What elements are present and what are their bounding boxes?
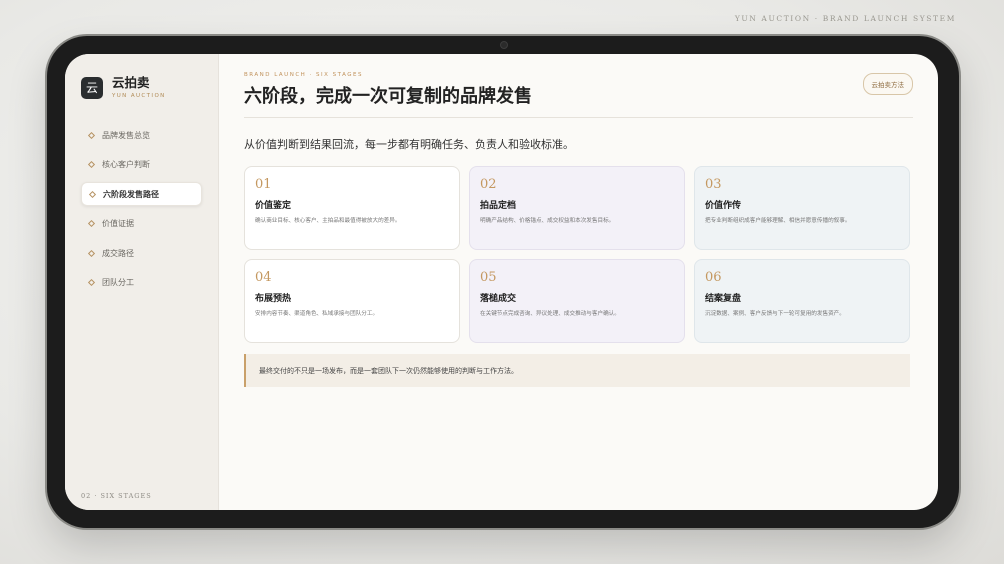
stage-number: 06 [705, 270, 722, 285]
stage-description: 在关键节点完成咨询、异议处理、成交推动与客户确认。 [480, 311, 620, 317]
stage-card[interactable]: 02 拍品定档 明确产品结构、价格锚点、成交权益和本次发售目标。 [469, 166, 685, 250]
tablet-frame: 云 云拍卖 YUN AUCTION 品牌发售总览 核心客户判断 六阶段发售路径 [47, 36, 959, 528]
page-subtitle: 从价值判断到结果回流，每一步都有明确任务、负责人和验收标准。 [244, 138, 574, 151]
stage-title: 价值鉴定 [255, 201, 292, 211]
stage-number: 05 [480, 270, 497, 285]
stage-title: 价值作传 [705, 201, 742, 211]
diamond-icon [87, 160, 96, 169]
sidebar-item-label: 成交路径 [102, 248, 134, 258]
sidebar-item-value-evidence[interactable]: 价值证据 [81, 212, 202, 236]
method-button[interactable]: 云拍卖方法 [862, 73, 913, 95]
brand-name: 云拍卖 [112, 75, 150, 90]
sidebar-item-label: 品牌发售总览 [102, 130, 150, 140]
screen: 云 云拍卖 YUN AUCTION 品牌发售总览 核心客户判断 六阶段发售路径 [65, 54, 938, 510]
stage-card[interactable]: 06 结案复盘 沉淀数据、案例、客户反馈与下一轮可复用的发售资产。 [694, 259, 910, 343]
stage-card[interactable]: 05 落槌成交 在关键节点完成咨询、异议处理、成交推动与客户确认。 [469, 259, 685, 343]
top-caption: YUN AUCTION · BRAND LAUNCH SYSTEM [734, 14, 956, 23]
diamond-icon [87, 278, 96, 287]
page-title: 六阶段，完成一次可复制的品牌发售 [244, 86, 532, 107]
stage-description: 把专业判断组织成客户能够理解、相信并愿意传播的叙事。 [705, 218, 851, 224]
brand-subtitle: YUN AUCTION [112, 93, 166, 99]
stage-number: 04 [255, 270, 272, 285]
sidebar-item-overview[interactable]: 品牌发售总览 [81, 123, 202, 147]
sidebar-item-label: 六阶段发售路径 [103, 189, 159, 199]
stage-title: 布展预热 [255, 294, 292, 304]
stage-description: 确认商业目标、核心客户、主拍品和最值得被放大的差异。 [255, 218, 401, 224]
sidebar-item-six-stages[interactable]: 六阶段发售路径 [81, 182, 202, 206]
page-indicator: 02 · SIX STAGES [81, 492, 152, 500]
stage-number: 02 [480, 177, 497, 192]
sidebar-item-label: 价值证据 [102, 219, 134, 228]
main-content: BRAND LAUNCH · SIX STAGES 六阶段，完成一次可复制的品牌… [219, 54, 938, 510]
stage-grid: 01 价值鉴定 确认商业目标、核心客户、主拍品和最值得被放大的差异。 02 拍品… [244, 166, 913, 343]
stage-description: 沉淀数据、案例、客户反馈与下一轮可复用的发售资产。 [705, 311, 845, 317]
sidebar-item-core-customer[interactable]: 核心客户判断 [81, 153, 202, 177]
diamond-icon [87, 249, 96, 257]
stage-description: 安排内容节奏、渠道角色、私域承接与团队分工。 [255, 311, 379, 317]
brand-logo-icon: 云 [81, 76, 103, 99]
sidebar-item-team[interactable]: 团队分工 [81, 271, 202, 295]
camera-dot [500, 41, 508, 49]
stage-description: 明确产品结构、价格锚点、成交权益和本次发售目标。 [480, 218, 615, 224]
brand: 云 云拍卖 YUN AUCTION [65, 54, 218, 99]
stage-number: 01 [255, 177, 272, 192]
sidebar: 云 云拍卖 YUN AUCTION 品牌发售总览 核心客户判断 六阶段发售路径 [65, 54, 219, 510]
stage-card[interactable]: 01 价值鉴定 确认商业目标、核心客户、主拍品和最值得被放大的差异。 [244, 166, 460, 250]
stage-card[interactable]: 03 价值作传 把专业判断组织成客户能够理解、相信并愿意传播的叙事。 [694, 166, 910, 250]
diamond-icon [87, 219, 96, 228]
divider [244, 117, 913, 118]
stage-title: 落槌成交 [480, 294, 517, 304]
sidebar-item-label: 核心客户判断 [102, 160, 150, 169]
sidebar-nav: 品牌发售总览 核心客户判断 六阶段发售路径 价值证据 成交路径 团队分工 [65, 123, 218, 295]
sidebar-item-label: 团队分工 [102, 278, 134, 287]
summary-note: 最终交付的不只是一场发布，而是一套团队下一次仍然能够使用的判断与工作方法。 [244, 354, 910, 387]
stage-title: 拍品定档 [480, 201, 517, 211]
diamond-icon [87, 131, 96, 139]
stage-number: 03 [705, 177, 722, 192]
stage-title: 结案复盘 [705, 294, 742, 304]
sidebar-item-deal-path[interactable]: 成交路径 [81, 241, 202, 265]
diamond-icon [88, 190, 97, 198]
stage-card[interactable]: 04 布展预热 安排内容节奏、渠道角色、私域承接与团队分工。 [244, 259, 460, 343]
eyebrow: BRAND LAUNCH · SIX STAGES [244, 72, 363, 78]
